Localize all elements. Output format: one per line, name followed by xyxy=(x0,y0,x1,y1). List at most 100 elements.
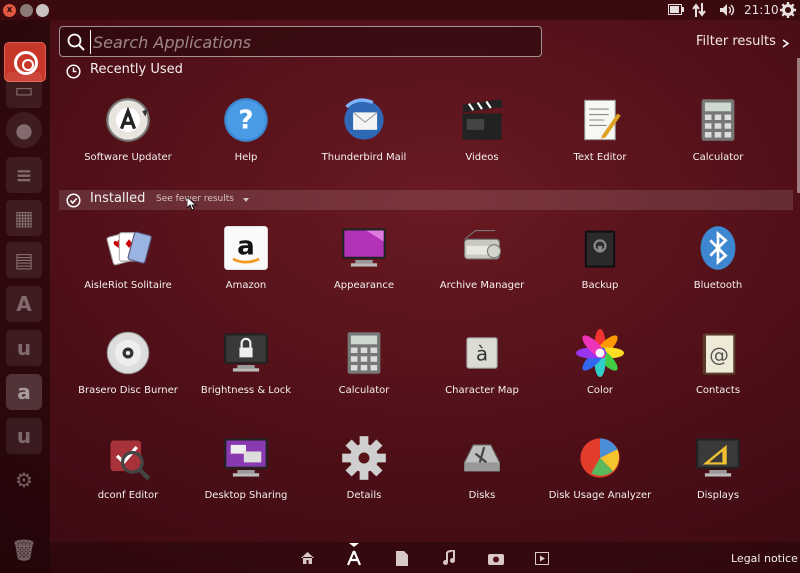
app-tile[interactable]: @ Contacts xyxy=(659,329,777,396)
maximize-button[interactable] xyxy=(36,4,49,17)
app-tile[interactable]: Brightness & Lock xyxy=(187,329,305,396)
active-lens-indicator xyxy=(349,543,359,547)
impress-launcher-icon[interactable]: ▤ xyxy=(6,242,42,278)
clock[interactable]: 21:10 xyxy=(744,2,779,18)
app-tile[interactable]: Calculator xyxy=(305,329,423,396)
files-launcher-icon[interactable]: ▭ xyxy=(6,72,42,108)
music-lens-icon[interactable] xyxy=(442,550,456,566)
bluetooth-icon xyxy=(700,226,736,270)
app-tile[interactable]: Calculator xyxy=(659,96,777,163)
trash-launcher-icon[interactable]: 🗑 xyxy=(6,532,42,568)
app-tile[interactable]: Backup xyxy=(541,224,659,291)
firefox-launcher-icon[interactable]: ● xyxy=(6,112,42,148)
svg-text:à: à xyxy=(476,343,488,366)
svg-text:@: @ xyxy=(709,344,729,367)
gear-icon[interactable] xyxy=(780,2,796,18)
disk-usage-icon xyxy=(580,438,620,478)
lens-bar xyxy=(50,542,800,573)
app-tile[interactable]: Brasero Disc Burner xyxy=(69,329,187,396)
app-label: Calculator xyxy=(692,152,744,163)
svg-text:a: a xyxy=(237,232,255,262)
videos-icon xyxy=(462,99,503,140)
search-input[interactable] xyxy=(90,30,530,54)
app-tile[interactable]: Color xyxy=(541,329,659,396)
app-label: dconf Editor xyxy=(97,490,159,501)
app-label: Help xyxy=(234,152,258,163)
category-recently-used[interactable]: Recently Used xyxy=(59,61,793,81)
app-tile[interactable]: Thunderbird Mail xyxy=(305,96,423,163)
archive-manager-icon xyxy=(464,230,502,260)
clock-icon xyxy=(66,64,81,79)
search-box xyxy=(59,26,542,57)
displays-icon xyxy=(696,438,740,477)
home-lens-icon[interactable] xyxy=(300,551,315,565)
photos-lens-icon[interactable] xyxy=(488,552,504,565)
backup-icon xyxy=(584,230,616,268)
thunderbird-icon xyxy=(344,98,384,140)
svg-text:?: ? xyxy=(238,106,253,136)
app-label: Appearance xyxy=(333,280,395,291)
app-label: Thunderbird Mail xyxy=(321,152,407,163)
app-label: Displays xyxy=(696,490,740,501)
app-label: Color xyxy=(586,385,614,396)
app-tile[interactable]: Videos xyxy=(423,96,541,163)
app-tile[interactable]: Text Editor xyxy=(541,96,659,163)
applications-lens-icon[interactable] xyxy=(346,550,362,566)
settings-launcher-icon[interactable]: ⚙ xyxy=(6,462,42,498)
calc-launcher-icon[interactable]: ▦ xyxy=(6,200,42,236)
app-label: Desktop Sharing xyxy=(204,490,288,501)
app-tile[interactable]: Software Updater xyxy=(69,96,187,163)
chevron-down-icon[interactable] xyxy=(243,198,249,203)
app-label: Videos xyxy=(465,152,499,163)
app-label: Bluetooth xyxy=(693,280,743,291)
app-tile[interactable]: Details xyxy=(305,434,423,501)
search-icon xyxy=(67,33,85,51)
close-icon: x xyxy=(6,5,13,15)
writer-launcher-icon[interactable]: ≡ xyxy=(6,157,42,193)
ubuntu-one-music-launcher-icon[interactable]: u xyxy=(6,418,42,454)
app-label: Software Updater xyxy=(84,152,172,163)
mouse-cursor xyxy=(187,197,197,211)
brightness-lock-icon xyxy=(224,333,268,372)
app-tile[interactable]: Desktop Sharing xyxy=(187,434,305,501)
app-label: Disks xyxy=(468,490,496,501)
volume-icon[interactable] xyxy=(719,3,735,17)
category-installed[interactable]: Installed See fewer results xyxy=(59,190,793,210)
software-center-launcher-icon[interactable]: A xyxy=(6,286,42,322)
close-button[interactable]: x xyxy=(3,4,16,17)
app-tile[interactable]: ♥ ♦ AisleRiot Solitaire xyxy=(69,224,187,291)
app-tile[interactable]: Displays xyxy=(659,434,777,501)
filter-results-button[interactable]: Filter results xyxy=(696,34,776,49)
battery-icon[interactable] xyxy=(668,4,684,15)
app-tile[interactable]: a Amazon xyxy=(187,224,305,291)
app-label: Amazon xyxy=(225,280,267,291)
gear-icon xyxy=(342,436,386,480)
video-lens-icon[interactable] xyxy=(535,552,549,565)
help-icon: ? xyxy=(224,98,268,142)
network-icon[interactable] xyxy=(692,2,706,18)
appearance-icon xyxy=(342,228,386,267)
app-tile[interactable]: Disks xyxy=(423,434,541,501)
app-tile[interactable]: Archive Manager xyxy=(423,224,541,291)
character-map-icon: à xyxy=(466,337,498,369)
ubuntu-one-launcher-icon[interactable]: u xyxy=(6,330,42,366)
legal-notice-link[interactable]: Legal notice xyxy=(731,552,798,565)
chevron-right-icon[interactable] xyxy=(781,39,790,48)
app-tile[interactable]: Bluetooth xyxy=(659,224,777,291)
app-label: Backup xyxy=(581,280,619,291)
app-label: Brasero Disc Burner xyxy=(78,385,178,396)
app-tile[interactable]: à Character Map xyxy=(423,329,541,396)
app-tile[interactable]: Disk Usage Analyzer xyxy=(541,434,659,501)
minimize-button[interactable] xyxy=(20,4,33,17)
check-circle-icon xyxy=(66,193,81,208)
files-lens-icon[interactable] xyxy=(396,551,408,566)
category-title: Recently Used xyxy=(90,62,183,77)
app-label: Contacts xyxy=(695,385,741,396)
disks-icon xyxy=(464,444,500,472)
amazon-launcher-icon[interactable]: a xyxy=(6,374,42,410)
app-label: Calculator xyxy=(338,385,390,396)
app-tile[interactable]: Appearance xyxy=(305,224,423,291)
app-tile[interactable]: dconf Editor xyxy=(69,434,187,501)
app-tile[interactable]: ? Help xyxy=(187,96,305,163)
amazon-icon: a xyxy=(224,226,268,270)
